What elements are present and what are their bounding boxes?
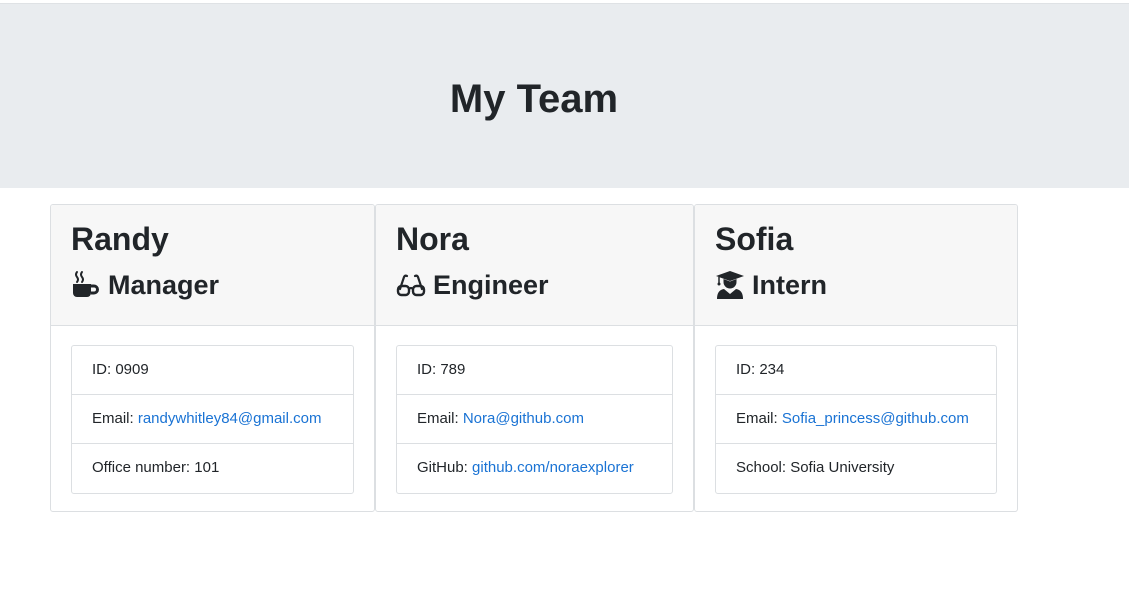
github-link[interactable]: github.com/noraexplorer	[472, 459, 634, 476]
email-link[interactable]: Nora@github.com	[463, 410, 584, 427]
card-header: Sofia Intern	[695, 205, 1017, 326]
employee-card-manager: Randy Manager ID: 0909 Email: randywhitl…	[50, 204, 375, 512]
details-list: ID: 0909 Email: randywhitley84@gmail.com…	[71, 345, 354, 494]
employee-card-engineer: Nora Engineer ID: 789 Email: Nora@github…	[375, 204, 694, 512]
employee-name: Randy	[71, 221, 169, 257]
id-value: 0909	[115, 361, 149, 378]
id-value: 789	[440, 361, 466, 378]
school-item: School: Sofia University	[736, 459, 895, 476]
id-item: ID: 234	[716, 346, 996, 395]
email-item: Email: randywhitley84@gmail.com	[72, 395, 353, 444]
employee-card-intern: Sofia Intern ID: 234 Email: Sofia_prince…	[694, 204, 1018, 512]
employee-role: Engineer	[396, 267, 549, 303]
details-list: ID: 789 Email: Nora@github.com GitHub: g…	[396, 345, 673, 494]
page-header: My Team	[0, 4, 1129, 188]
employee-name: Sofia	[715, 221, 794, 257]
office-number-item: Office number: 101	[92, 459, 220, 476]
id-item: ID: 789	[397, 346, 672, 395]
employee-role: Manager	[71, 267, 219, 303]
card-header: Nora Engineer	[376, 205, 693, 326]
details-list: ID: 234 Email: Sofia_princess@github.com…	[715, 345, 997, 494]
employee-role: Intern	[715, 267, 827, 303]
card-header: Randy Manager	[51, 205, 374, 326]
role-label: Manager	[108, 270, 220, 300]
github-item: GitHub: github.com/noraexplorer	[417, 459, 634, 476]
office-number-value: 101	[194, 459, 220, 476]
graduate-icon	[715, 270, 745, 300]
email-item: Email: Nora@github.com	[397, 395, 672, 444]
email-link[interactable]: randywhitley84@gmail.com	[138, 410, 322, 427]
school-value: Sofia University	[790, 459, 895, 476]
coffee-mug-icon	[71, 270, 101, 300]
role-label: Intern	[752, 270, 828, 300]
email-link[interactable]: Sofia_princess@github.com	[782, 410, 969, 427]
role-label: Engineer	[433, 270, 549, 300]
id-item: ID: 0909	[72, 346, 353, 395]
glasses-icon	[396, 270, 426, 300]
id-value: 234	[759, 361, 785, 378]
email-item: Email: Sofia_princess@github.com	[716, 395, 996, 444]
page-title: My Team	[449, 77, 619, 121]
employee-name: Nora	[396, 221, 469, 257]
